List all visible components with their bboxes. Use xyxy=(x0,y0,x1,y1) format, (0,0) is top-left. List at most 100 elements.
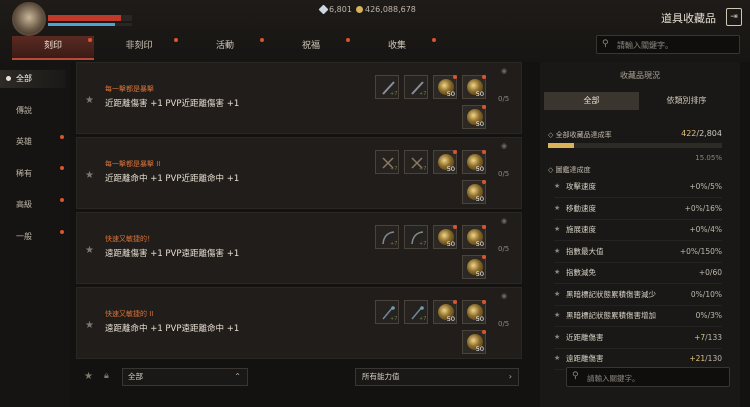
panel-search-input[interactable] xyxy=(585,370,729,386)
item-slot-orb[interactable]: 50 xyxy=(462,255,486,279)
lock-icon[interactable]: 🔒︎ xyxy=(104,371,109,381)
exit-icon[interactable]: ⇥ xyxy=(726,8,742,26)
collection-card[interactable]: ◉ ★ 每一擊都是暴擊 近距離傷害 +1 PVP近距離傷害 +1 +7 +7 5… xyxy=(76,62,522,134)
stat-value: 0%/10% xyxy=(690,289,722,299)
stat-row[interactable]: ★ 移動速度 +0%/16% xyxy=(554,198,722,220)
item-slot-orb[interactable]: 50 xyxy=(462,150,486,174)
mp-bar-fill xyxy=(48,23,116,26)
item-slot-orb[interactable]: 50 xyxy=(433,300,457,324)
sidebar-item-hero[interactable]: 英雄 xyxy=(0,133,66,151)
completion-percent: 15.05% xyxy=(695,154,722,162)
item-slot-sword[interactable]: +7 xyxy=(375,75,399,99)
stat-row[interactable]: ★ 近距離傷害 +7/133 xyxy=(554,327,722,349)
stat-value: +21/130 xyxy=(689,354,722,363)
stat-row[interactable]: ★ 黑暗標記狀態累積傷害增加 0%/3% xyxy=(554,305,722,327)
search-input[interactable] xyxy=(615,37,737,53)
item-slot-orb[interactable]: 50 xyxy=(462,105,486,129)
collection-effect: 近距離傷害 +1 PVP近距離傷害 +1 xyxy=(105,99,240,109)
tab-engraved[interactable]: 刻印 xyxy=(12,36,94,60)
eye-icon[interactable]: ◉ xyxy=(501,292,507,300)
item-slot-staff[interactable]: +7 xyxy=(375,300,399,324)
star-icon: ★ xyxy=(554,311,561,319)
favorite-filter-star-icon[interactable]: ★ xyxy=(84,371,93,382)
completion-rate-label: ◇ 全部收藏品達成率 xyxy=(548,131,612,139)
avatar[interactable] xyxy=(12,2,46,36)
collection-effect: 近距離命中 +1 PVP近距離命中 +1 xyxy=(105,174,240,184)
item-slot-axe[interactable]: +7 xyxy=(375,150,399,174)
panel-tab-all[interactable]: 全部 xyxy=(544,92,639,110)
item-slot-orb[interactable]: 50 xyxy=(433,75,457,99)
stat-name: 黑暗標記狀態累積傷害增加 xyxy=(566,311,656,320)
search-box: ⚲ xyxy=(596,35,740,54)
sidebar-item-legend[interactable]: 傳說 xyxy=(0,102,66,120)
notification-dot xyxy=(60,230,64,234)
collection-effect: 遠距離傷害 +1 PVP遠距離傷害 +1 xyxy=(105,249,240,259)
collection-list: ◉ ★ 每一擊都是暴擊 近距離傷害 +1 PVP近距離傷害 +1 +7 +7 5… xyxy=(76,62,522,360)
notification-dot xyxy=(482,105,486,109)
tab-collect[interactable]: 收集 xyxy=(356,36,438,58)
stat-name: 指數減免 xyxy=(566,268,596,277)
gold-currency: 426,088,678 xyxy=(356,5,416,14)
collection-subtitle: 每一擊都是暴擊 xyxy=(105,85,154,93)
item-slot-bow[interactable]: +7 xyxy=(404,225,428,249)
stat-value: +0%/16% xyxy=(684,203,722,213)
completion-progress-fill xyxy=(548,143,575,148)
favorite-star-icon[interactable]: ★ xyxy=(85,320,94,331)
notification-dot xyxy=(482,255,486,259)
panel-tab-by-category[interactable]: 依類別排序 xyxy=(639,92,734,110)
hp-bar-fill xyxy=(48,15,122,21)
star-icon: ★ xyxy=(554,354,561,362)
eye-icon[interactable]: ◉ xyxy=(501,142,507,150)
tab-non-engraved[interactable]: 非刻印 xyxy=(98,36,180,58)
sidebar-item-advanced[interactable]: 高級 xyxy=(0,196,66,214)
tab-event[interactable]: 活動 xyxy=(184,36,266,58)
star-icon: ★ xyxy=(554,182,561,190)
stat-row[interactable]: ★ 指數最大值 +0%/150% xyxy=(554,241,722,263)
collection-card[interactable]: ◉ ★ 快速又敏捷的！ 遠距離傷害 +1 PVP遠距離傷害 +1 +7 +7 5… xyxy=(76,212,522,284)
favorite-star-icon[interactable]: ★ xyxy=(85,245,94,256)
item-slot-orb[interactable]: 50 xyxy=(462,75,486,99)
item-slot-orb[interactable]: 50 xyxy=(462,180,486,204)
favorite-star-icon[interactable]: ★ xyxy=(85,95,94,106)
stat-row[interactable]: ★ 黑暗標記狀態累積傷害減少 0%/10% xyxy=(554,284,722,306)
category-select[interactable]: 全部 ⌃ xyxy=(122,368,248,386)
favorite-star-icon[interactable]: ★ xyxy=(85,170,94,181)
eye-icon[interactable]: ◉ xyxy=(501,67,507,75)
stat-value: 0%/3% xyxy=(695,311,722,320)
item-slot-orb[interactable]: 50 xyxy=(462,330,486,354)
stat-value: +0%/150% xyxy=(679,246,722,256)
sidebar-item-rare[interactable]: 稀有 xyxy=(0,165,66,183)
collection-subtitle: 每一擊都是暴擊 II xyxy=(105,160,161,168)
collection-card[interactable]: ◉ ★ 每一擊都是暴擊 II 近距離命中 +1 PVP近距離命中 +1 +7 +… xyxy=(76,137,522,209)
item-slot-staff[interactable]: +7 xyxy=(404,300,428,324)
collection-progress: 0/5 xyxy=(498,95,510,103)
eye-icon[interactable]: ◉ xyxy=(501,217,507,225)
collection-card[interactable]: ◉ ★ 快速又敏捷的 II 遠距離命中 +1 PVP遠距離命中 +1 +7 +7… xyxy=(76,287,522,359)
diamond-icon xyxy=(318,4,329,15)
notification-dot xyxy=(482,330,486,334)
notification-dot xyxy=(482,300,486,304)
completion-rate-value: 422/2,804 xyxy=(681,129,722,138)
item-slot-sword[interactable]: +7 xyxy=(404,75,428,99)
notification-dot xyxy=(60,198,64,202)
item-slot-orb[interactable]: 50 xyxy=(462,300,486,324)
tab-blessing[interactable]: 祝福 xyxy=(270,36,352,58)
stat-row[interactable]: ★ 指數減免 +0/60 xyxy=(554,262,722,284)
sidebar-item-normal[interactable]: 一般 xyxy=(0,228,66,246)
item-slot-orb[interactable]: 50 xyxy=(433,225,457,249)
stat-row[interactable]: ★ 施展速度 +0%/4% xyxy=(554,219,722,241)
sidebar-item-all[interactable]: 全部 xyxy=(0,70,66,88)
stat-row[interactable]: ★ 攻擊速度 +0%/5% xyxy=(554,176,722,198)
stat-name: 黑暗標記狀態累積傷害減少 xyxy=(566,289,656,299)
item-slot-bow[interactable]: +7 xyxy=(375,225,399,249)
item-slot-orb[interactable]: 50 xyxy=(433,150,457,174)
notification-dot xyxy=(482,225,486,229)
notification-dot xyxy=(482,75,486,79)
notification-dot xyxy=(453,225,457,229)
item-slot-axe[interactable]: +7 xyxy=(404,150,428,174)
notification-dot xyxy=(346,38,350,42)
item-slot-orb[interactable]: 50 xyxy=(462,225,486,249)
stat-value: +0%/5% xyxy=(689,182,722,191)
ability-filter-button[interactable]: 所有能力值 › xyxy=(355,368,519,386)
gold-coin-icon xyxy=(356,6,363,13)
